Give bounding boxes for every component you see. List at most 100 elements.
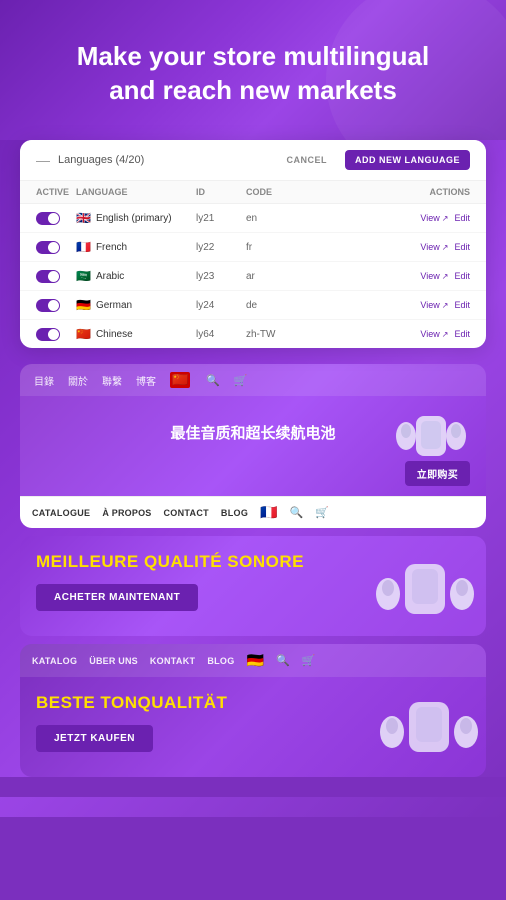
edit-french[interactable]: Edit — [454, 242, 470, 252]
chinese-nav-blog[interactable]: 博客 — [136, 373, 156, 388]
lang-actions-english: View ↗ Edit — [306, 213, 470, 223]
lang-code-english: en — [246, 213, 306, 224]
table-row: 🇬🇧 English (primary) ly21 en View ↗ Edit — [20, 204, 486, 233]
lang-id-french: ly22 — [196, 242, 246, 253]
chinese-nav-about[interactable]: 關於 — [68, 373, 88, 388]
lang-code-arabic: ar — [246, 271, 306, 282]
table-row: 🇫🇷 French ly22 fr View ↗ Edit — [20, 233, 486, 262]
chinese-buy-button[interactable]: 立即购买 — [405, 461, 470, 486]
flag-arabic: 🇸🇦 — [76, 269, 91, 283]
french-nav-contact[interactable]: CONTACT — [163, 508, 208, 518]
lang-id-chinese: ly64 — [196, 329, 246, 340]
view-german[interactable]: View ↗ — [420, 300, 448, 310]
french-nav-blog[interactable]: BLOG — [221, 508, 248, 518]
view-french[interactable]: View ↗ — [420, 242, 448, 252]
german-nav-katalog[interactable]: KATALOG — [32, 656, 77, 666]
lang-chinese: 🇨🇳 Chinese — [76, 327, 196, 341]
lang-id-german: ly24 — [196, 300, 246, 311]
flag-chinese: 🇨🇳 — [76, 327, 91, 341]
lang-name-french: French — [96, 242, 127, 253]
german-store-content: BESTE TONQUALITÄT JETZT KAUFEN — [20, 677, 486, 777]
view-english[interactable]: View ↗ — [420, 213, 448, 223]
french-store-content: MEILLEURE QUALITÉ SONORE ACHETER MAINTEN… — [20, 536, 486, 636]
toggle-german[interactable] — [36, 299, 60, 312]
view-chinese[interactable]: View ↗ — [420, 329, 448, 339]
lang-code-german: de — [246, 300, 306, 311]
french-buy-button[interactable]: ACHETER MAINTENANT — [36, 584, 198, 611]
flag-english: 🇬🇧 — [76, 211, 91, 225]
french-store-preview: MEILLEURE QUALITÉ SONORE ACHETER MAINTEN… — [20, 536, 486, 636]
toggle-english[interactable] — [36, 212, 60, 225]
flag-german: 🇩🇪 — [76, 298, 91, 312]
hero-title: Make your store multilingual and reach n… — [30, 40, 476, 108]
flag-french: 🇫🇷 — [76, 240, 91, 254]
view-arabic[interactable]: View ↗ — [420, 271, 448, 281]
table-row: 🇸🇦 Arabic ly23 ar View ↗ Edit — [20, 262, 486, 291]
edit-arabic[interactable]: Edit — [454, 271, 470, 281]
col-id: ID — [196, 187, 246, 197]
lang-french: 🇫🇷 French — [76, 240, 196, 254]
lang-code-french: fr — [246, 242, 306, 253]
table-header: Active Language ID Code Actions — [20, 181, 486, 204]
french-nav-overlay: CATALOGUE À PROPOS CONTACT BLOG 🇫🇷 🔍 🛒 — [20, 496, 486, 528]
lang-name-chinese: Chinese — [96, 329, 133, 340]
lang-code-chinese: zh-TW — [246, 329, 306, 340]
admin-header-right: CANCEL ADD NEW LANGUAGE — [277, 150, 471, 170]
lang-name-german: German — [96, 300, 132, 311]
table-row: 🇩🇪 German ly24 de View ↗ Edit — [20, 291, 486, 320]
admin-header: — Languages (4/20) CANCEL ADD NEW LANGUA… — [20, 140, 486, 181]
german-nav-contact[interactable]: KONTAKT — [150, 656, 195, 666]
edit-english[interactable]: Edit — [454, 213, 470, 223]
lang-name-english: English (primary) — [96, 213, 172, 224]
chinese-nav-catalogue[interactable]: 目錄 — [34, 373, 54, 388]
edit-chinese[interactable]: Edit — [454, 329, 470, 339]
lang-arabic: 🇸🇦 Arabic — [76, 269, 196, 283]
toggle-french[interactable] — [36, 241, 60, 254]
table-row: 🇨🇳 Chinese ly64 zh-TW View ↗ Edit — [20, 320, 486, 348]
german-store-preview: KATALOG ÜBER UNS KONTAKT BLOG 🇩🇪 🔍 🛒 BES… — [20, 644, 486, 777]
admin-header-left: — Languages (4/20) — [36, 152, 144, 168]
chinese-flag[interactable]: 🇨🇳 — [170, 372, 190, 388]
german-nav-about[interactable]: ÜBER UNS — [89, 656, 138, 666]
admin-dash: — — [36, 152, 50, 168]
cart-icon-french-nav[interactable]: 🛒 — [315, 506, 329, 519]
lang-actions-french: View ↗ Edit — [306, 242, 470, 252]
cart-icon-german[interactable]: 🛒 — [302, 654, 316, 667]
lang-actions-arabic: View ↗ Edit — [306, 271, 470, 281]
toggle-arabic[interactable] — [36, 270, 60, 283]
chinese-store-preview: 目錄 關於 聯繫 博客 🇨🇳 🔍 🛒 最佳音质和超长续航电池 — [20, 364, 486, 528]
lang-id-english: ly21 — [196, 213, 246, 224]
cancel-button[interactable]: CANCEL — [277, 150, 338, 170]
french-nav-catalogue[interactable]: CATALOGUE — [32, 508, 90, 518]
lang-actions-chinese: View ↗ Edit — [306, 329, 470, 339]
french-flag-nav[interactable]: 🇫🇷 — [260, 504, 277, 521]
admin-languages-count: Languages (4/20) — [58, 154, 144, 166]
german-store-nav: KATALOG ÜBER UNS KONTAKT BLOG 🇩🇪 🔍 🛒 — [20, 644, 486, 677]
col-active: Active — [36, 187, 76, 197]
search-icon-chinese[interactable]: 🔍 — [206, 374, 220, 387]
toggle-chinese[interactable] — [36, 328, 60, 341]
german-flag-nav[interactable]: 🇩🇪 — [247, 652, 264, 669]
airpods-image-french — [370, 544, 480, 636]
german-hero-text: BESTE TONQUALITÄT — [36, 693, 376, 713]
german-buy-button[interactable]: JETZT KAUFEN — [36, 725, 153, 752]
airpods-image-german — [374, 682, 484, 777]
add-language-button[interactable]: ADD NEW LANGUAGE — [345, 150, 470, 170]
cart-icon-chinese[interactable]: 🛒 — [234, 374, 248, 387]
search-icon-german[interactable]: 🔍 — [276, 654, 290, 667]
lang-english: 🇬🇧 English (primary) — [76, 211, 196, 225]
lang-name-arabic: Arabic — [96, 271, 124, 282]
col-actions: Actions — [306, 187, 470, 197]
french-nav-apropos[interactable]: À PROPOS — [102, 508, 151, 518]
german-nav-blog[interactable]: BLOG — [207, 656, 234, 666]
lang-german: 🇩🇪 German — [76, 298, 196, 312]
chinese-store-nav: 目錄 關於 聯繫 博客 🇨🇳 🔍 🛒 — [20, 364, 486, 396]
chinese-store-content: 最佳音质和超长续航电池 立即购买 — [20, 396, 486, 496]
admin-panel: — Languages (4/20) CANCEL ADD NEW LANGUA… — [20, 140, 486, 348]
chinese-nav-contact[interactable]: 聯繫 — [102, 373, 122, 388]
edit-german[interactable]: Edit — [454, 300, 470, 310]
col-language: Language — [76, 187, 196, 197]
col-code: Code — [246, 187, 306, 197]
french-hero-text: MEILLEURE QUALITÉ SONORE — [36, 552, 366, 572]
search-icon-french-nav[interactable]: 🔍 — [290, 506, 304, 519]
